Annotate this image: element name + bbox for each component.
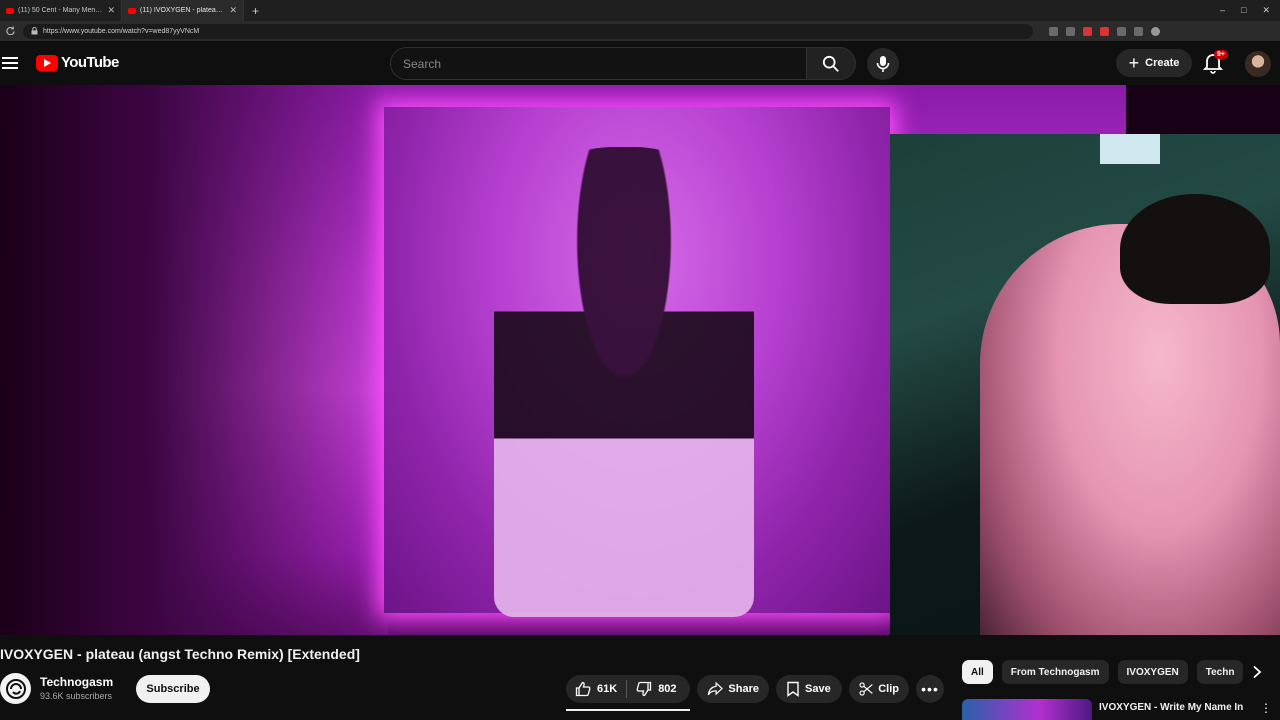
- channel-logo-icon: [5, 678, 26, 699]
- person-hair-image: [1120, 194, 1270, 304]
- search-box: [390, 47, 807, 80]
- chevron-right-icon: [1253, 665, 1262, 679]
- dislike-button[interactable]: 802: [627, 675, 685, 703]
- extension-icon[interactable]: [1100, 26, 1109, 36]
- clip-button[interactable]: Clip: [849, 675, 909, 703]
- dislike-count: 802: [658, 683, 677, 695]
- related-video-thumbnail[interactable]: [962, 699, 1092, 720]
- browser-tab-title: (11) IVOXYGEN - plateau (ang: [140, 7, 225, 14]
- album-cover-image: [384, 107, 890, 617]
- create-button[interactable]: + Create: [1116, 49, 1192, 77]
- youtube-favicon-icon: [6, 7, 14, 14]
- save-label: Save: [805, 683, 831, 695]
- youtube-logo[interactable]: YouTube: [36, 54, 119, 71]
- browser-tab-1[interactable]: (11) 50 Cent - Many Men (Wish De ✕: [0, 0, 122, 21]
- cover-figure-image: [494, 147, 754, 617]
- player-letterbox: [0, 85, 148, 635]
- subscribe-button[interactable]: Subscribe: [136, 675, 210, 703]
- account-avatar[interactable]: [1245, 51, 1271, 77]
- share-label: Share: [728, 683, 759, 695]
- related-filter-chips: All From Technogasm IVOXYGEN Techn: [962, 660, 1262, 684]
- chip-ivoxygen[interactable]: IVOXYGEN: [1117, 660, 1188, 684]
- close-tab-icon[interactable]: ✕: [107, 5, 115, 16]
- like-count: 61K: [597, 683, 618, 695]
- url-text: https://www.youtube.com/watch?v=wed87yyV…: [43, 27, 200, 35]
- browser-tab-bar: (11) 50 Cent - Many Men (Wish De ✕ (11) …: [0, 0, 1280, 21]
- extension-icon[interactable]: [1117, 26, 1126, 36]
- notifications-button[interactable]: 9+: [1202, 50, 1228, 76]
- chip-all[interactable]: All: [962, 660, 993, 684]
- close-window-icon[interactable]: ✕: [1262, 5, 1270, 16]
- hamburger-menu-icon[interactable]: [2, 54, 18, 72]
- video-title: IVOXYGEN - plateau (angst Techno Remix) …: [0, 646, 360, 662]
- thumbs-up-icon: [575, 681, 591, 697]
- clip-label: Clip: [878, 683, 899, 695]
- chips-next-button[interactable]: [1244, 660, 1270, 684]
- webcam-overlay-image: [890, 134, 1280, 635]
- search-input[interactable]: [403, 56, 807, 71]
- save-button[interactable]: Save: [776, 675, 842, 703]
- youtube-favicon-icon: [128, 7, 136, 14]
- extension-icon[interactable]: [1134, 26, 1143, 36]
- chip-from-channel[interactable]: From Technogasm: [1001, 660, 1109, 684]
- new-tab-button[interactable]: +: [244, 4, 267, 18]
- notification-badge: 9+: [1214, 50, 1228, 59]
- reload-icon[interactable]: [6, 25, 15, 37]
- voice-search-button[interactable]: [867, 48, 899, 80]
- channel-avatar[interactable]: [0, 673, 31, 704]
- search-icon: [822, 55, 839, 72]
- search-button[interactable]: [806, 47, 856, 80]
- share-icon: [707, 681, 723, 696]
- channel-name[interactable]: Technogasm: [40, 675, 113, 689]
- maximize-icon[interactable]: □: [1241, 5, 1246, 16]
- extension-icon[interactable]: [1049, 26, 1058, 36]
- close-tab-icon[interactable]: ✕: [229, 5, 237, 16]
- like-indicator-bar: [566, 709, 690, 711]
- scissors-icon: [859, 682, 873, 696]
- address-bar-row: https://www.youtube.com/watch?v=wed87yyV…: [0, 21, 1280, 41]
- chip-techno[interactable]: Techn: [1196, 660, 1244, 684]
- url-field[interactable]: https://www.youtube.com/watch?v=wed87yyV…: [23, 23, 1033, 39]
- bookmark-icon: [787, 681, 799, 697]
- youtube-header: YouTube + Create 9+: [0, 41, 1280, 85]
- browser-tab-2[interactable]: (11) IVOXYGEN - plateau (ang ✕: [122, 0, 244, 21]
- extension-icons: [1049, 26, 1160, 36]
- extension-icon[interactable]: [1083, 26, 1092, 36]
- video-player[interactable]: [0, 85, 1280, 635]
- lock-icon: [31, 27, 38, 35]
- background-window-image: [1100, 134, 1160, 164]
- window-controls: – □ ✕: [1220, 5, 1280, 16]
- youtube-play-icon: [36, 54, 58, 71]
- create-label: Create: [1145, 57, 1180, 69]
- subscriber-count: 93.6K subscribers: [40, 691, 113, 701]
- extension-icon[interactable]: [1066, 26, 1075, 36]
- related-video-title[interactable]: IVOXYGEN - Write My Name In: [1099, 701, 1243, 714]
- minimize-icon[interactable]: –: [1220, 5, 1225, 16]
- more-actions-icon[interactable]: •••: [916, 675, 944, 703]
- share-button[interactable]: Share: [697, 675, 769, 703]
- plus-icon: +: [1128, 53, 1140, 73]
- profile-icon[interactable]: [1151, 26, 1160, 36]
- related-video-menu-icon[interactable]: ⋮: [1260, 701, 1272, 715]
- microphone-icon: [876, 56, 890, 72]
- thumbs-down-icon: [636, 681, 652, 697]
- browser-tab-title: (11) 50 Cent - Many Men (Wish De: [18, 7, 103, 14]
- like-dislike-group: 61K 802: [566, 675, 690, 703]
- related-video-item[interactable]: IVOXYGEN - Write My Name In ⋮: [962, 697, 1280, 720]
- youtube-wordmark: YouTube: [61, 54, 119, 71]
- like-button[interactable]: 61K: [566, 675, 626, 703]
